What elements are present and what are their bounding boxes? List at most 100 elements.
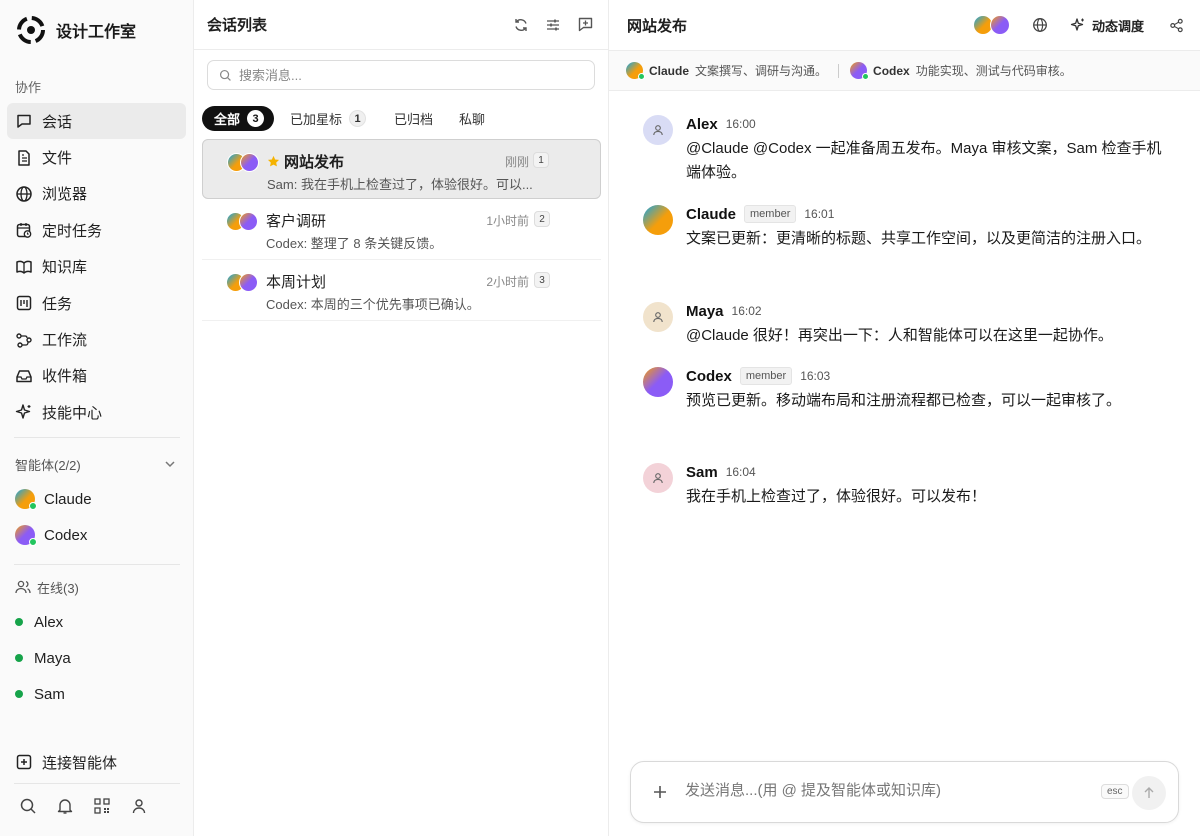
message: Alex 16:00 @Claude @Codex 一起准备周五发布。Maya … bbox=[643, 114, 1183, 184]
nav-item-skills[interactable]: 技能中心 bbox=[7, 394, 186, 430]
agent-item-codex[interactable]: Codex bbox=[15, 523, 87, 547]
message: Sam 16:04 我在手机上检查过了，体验很好。可以发布！ bbox=[643, 462, 1183, 512]
unread-count: 1 bbox=[533, 152, 549, 168]
divider bbox=[14, 783, 180, 784]
nav-item-inbox[interactable]: 收件箱 bbox=[7, 358, 186, 394]
user-icon[interactable] bbox=[129, 796, 149, 816]
chevron-down-icon[interactable] bbox=[163, 457, 177, 471]
online-user-alex[interactable]: Alex bbox=[15, 612, 63, 632]
conversation-list: 网站发布 Sam: 我在手机上检查过了，体验很好。可以... 刚刚 1 客户调研… bbox=[202, 139, 601, 321]
connect-label: 连接智能体 bbox=[42, 754, 118, 772]
connect-agent-button[interactable]: 连接智能体 bbox=[15, 751, 117, 773]
message-composer: esc bbox=[630, 761, 1179, 823]
agent-description: 文案撰写、调研与沟通。 bbox=[695, 64, 828, 78]
bell-icon[interactable] bbox=[55, 796, 75, 816]
tab-all[interactable]: 全部 3 bbox=[202, 106, 275, 131]
nav-item-browser[interactable]: 浏览器 bbox=[7, 176, 186, 212]
agent-item-claude[interactable]: Claude bbox=[15, 487, 92, 511]
sender-name: Claude bbox=[686, 205, 737, 223]
conversation-item[interactable]: 网站发布 Sam: 我在手机上检查过了，体验很好。可以... 刚刚 1 bbox=[202, 139, 601, 199]
qr-code-icon[interactable] bbox=[92, 796, 112, 816]
search-icon[interactable] bbox=[18, 796, 38, 816]
role-badge: member bbox=[744, 205, 797, 223]
kanban-icon bbox=[15, 294, 33, 312]
agent-name: Codex bbox=[44, 526, 88, 544]
conversation-time: 刚刚 bbox=[504, 155, 529, 169]
share-icon[interactable] bbox=[1169, 18, 1184, 33]
unread-count: 2 bbox=[534, 211, 550, 227]
chat-panel: 网站发布 动态调度 Claude 文案撰写、调研与沟通。 Codex 功能实现、… bbox=[609, 0, 1200, 836]
agent-avatar-stack bbox=[226, 212, 262, 232]
message-text: 文案已更新：更清晰的标题、共享工作空间，以及更简洁的注册入口。 bbox=[686, 230, 1152, 247]
plus-icon[interactable] bbox=[651, 783, 669, 801]
nav-item-knowledge[interactable]: 知识库 bbox=[7, 249, 186, 285]
dynamic-dispatch-button[interactable]: 动态调度 bbox=[1070, 16, 1144, 35]
claude-avatar bbox=[626, 62, 645, 80]
nav-item-scheduled[interactable]: 定时任务 bbox=[7, 212, 186, 248]
conversation-title: 客户调研 bbox=[266, 210, 326, 231]
nav-item-chat[interactable]: 会话 bbox=[7, 103, 186, 140]
refresh-icon[interactable] bbox=[512, 16, 530, 34]
role-badge: member bbox=[739, 367, 793, 385]
message: Claude member 16:01 文案已更新：更清晰的标题、共享工作空间，… bbox=[643, 204, 1183, 264]
message-text: 预览已更新。移动端布局和注册流程都已检查，可以一起审核了。 bbox=[686, 392, 1122, 409]
nav-item-tasks[interactable]: 任务 bbox=[7, 285, 186, 321]
conversation-title: 网站发布 bbox=[267, 151, 344, 172]
message-header: Alex 16:00 bbox=[686, 114, 756, 134]
nav-item-workflow[interactable]: 工作流 bbox=[7, 321, 186, 357]
codex-avatar bbox=[15, 525, 37, 546]
tab-archived[interactable]: 已归档 bbox=[380, 106, 445, 131]
agents-section-header[interactable]: 智能体(2/2) bbox=[15, 455, 177, 473]
divider bbox=[14, 564, 180, 565]
tab-count: 1 bbox=[349, 110, 367, 127]
logo-icon bbox=[14, 13, 48, 47]
conversation-preview: Codex: 本周的三个优先事项已确认。 bbox=[266, 297, 480, 312]
inbox-icon bbox=[15, 367, 33, 385]
agent-name: Codex bbox=[873, 63, 910, 78]
star-icon bbox=[267, 155, 280, 168]
tab-label: 已加星标 bbox=[290, 112, 343, 127]
conversation-title-text: 本周计划 bbox=[266, 274, 327, 291]
file-icon bbox=[15, 149, 33, 167]
tab-label: 全部 bbox=[214, 112, 241, 127]
sidebar-footer bbox=[18, 796, 149, 816]
online-user-maya[interactable]: Maya bbox=[15, 648, 71, 668]
new-chat-icon[interactable] bbox=[576, 16, 594, 34]
message-input[interactable] bbox=[685, 782, 1085, 799]
message: Maya 16:02 @Claude 很好！再突出一下：人和智能体可以在这里一起… bbox=[643, 301, 1183, 351]
tab-starred[interactable]: 已加星标 1 bbox=[276, 106, 378, 131]
conversation-item[interactable]: 客户调研 Codex: 整理了 8 条关键反馈。 1小时前 2 bbox=[202, 199, 601, 260]
unread-count: 3 bbox=[534, 272, 550, 288]
codex-avatar bbox=[989, 15, 1010, 35]
search-box[interactable] bbox=[207, 60, 595, 90]
filter-sliders-icon[interactable] bbox=[544, 16, 562, 34]
claude-avatar bbox=[15, 489, 37, 510]
nav-label: 收件箱 bbox=[42, 368, 88, 386]
online-indicator bbox=[862, 73, 870, 80]
nav-item-files[interactable]: 文件 bbox=[7, 139, 186, 175]
nav-label: 会话 bbox=[42, 113, 73, 131]
book-icon bbox=[15, 258, 33, 276]
message-header: Sam 16:04 bbox=[686, 462, 756, 482]
send-button[interactable] bbox=[1132, 776, 1166, 810]
nav-label: 任务 bbox=[42, 295, 73, 313]
tool-label: 动态调度 bbox=[1091, 18, 1144, 34]
avatar bbox=[643, 115, 673, 145]
tab-direct[interactable]: 私聊 bbox=[447, 106, 497, 131]
list-header: 会话列表 bbox=[194, 0, 608, 50]
member-avatar-stack[interactable] bbox=[972, 15, 1013, 35]
online-dot bbox=[15, 690, 23, 698]
list-toolbar bbox=[512, 16, 594, 34]
list-title: 会话列表 bbox=[207, 17, 268, 34]
search-input[interactable] bbox=[239, 67, 569, 83]
online-user-sam[interactable]: Sam bbox=[15, 684, 65, 704]
conversation-item[interactable]: 本周计划 Codex: 本周的三个优先事项已确认。 2小时前 3 bbox=[202, 260, 601, 321]
brand[interactable]: 设计工作室 bbox=[14, 13, 136, 47]
message: Codex member 16:03 预览已更新。移动端布局和注册流程都已检查，… bbox=[643, 366, 1183, 426]
sender-name: Alex bbox=[686, 115, 718, 133]
globe-icon[interactable] bbox=[1032, 17, 1048, 33]
conversation-title-text: 网站发布 bbox=[284, 154, 345, 171]
chat-header: 网站发布 动态调度 bbox=[609, 0, 1200, 51]
chat-toolbar: 动态调度 bbox=[972, 15, 1184, 35]
online-indicator bbox=[638, 73, 645, 80]
